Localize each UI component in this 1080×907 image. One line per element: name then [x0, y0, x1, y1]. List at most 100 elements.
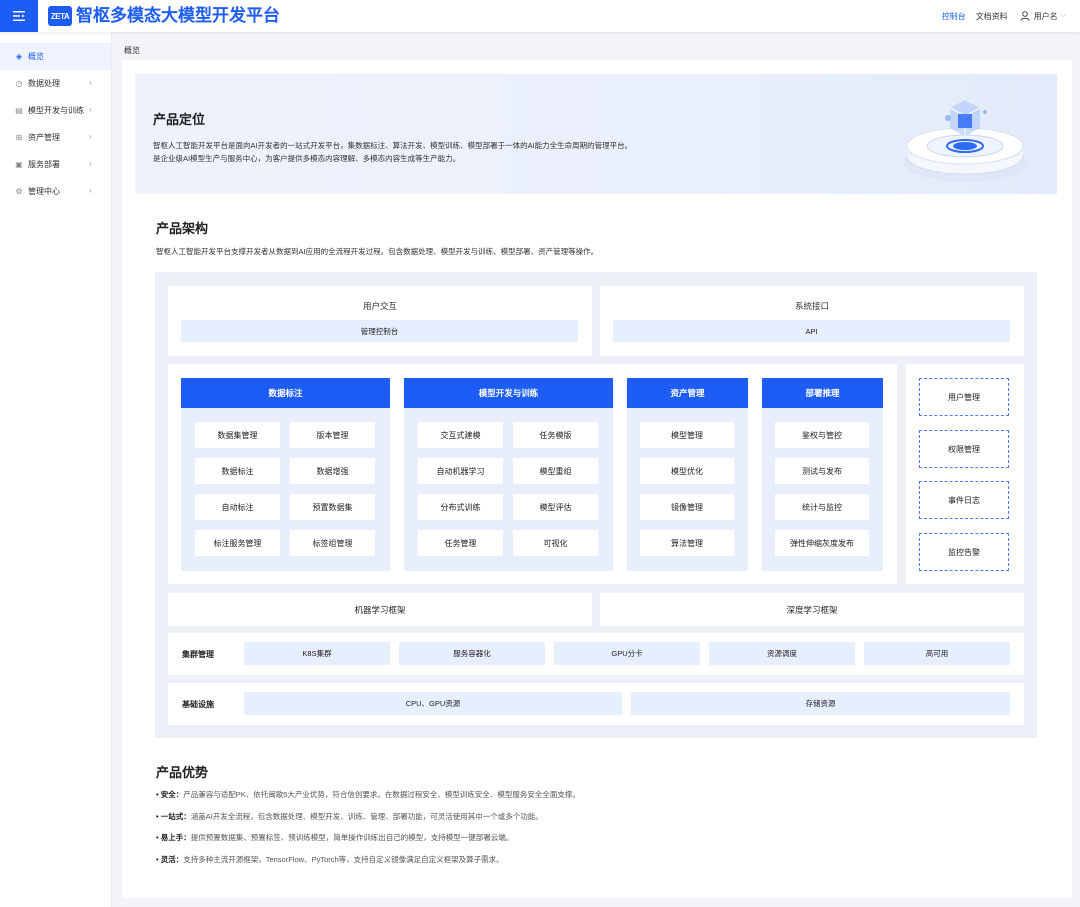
chevron-right-icon: ›	[89, 159, 92, 168]
breadcrumb: 概览	[124, 46, 140, 55]
hamburger-icon	[13, 11, 25, 21]
main-content: 产品定位 智枢人工智能开发平台是面向AI开发者的一站式开发平台，集数据标注、算法…	[122, 60, 1072, 898]
function-cell: 模型优化	[640, 458, 734, 484]
chevron-right-icon: ›	[89, 105, 92, 114]
column-header-deployment: 部署推理	[762, 378, 883, 408]
username: 用户名	[1033, 11, 1058, 21]
advantages-title: 产品优势	[156, 765, 209, 780]
sidebar-item-label: 概览	[28, 52, 44, 61]
function-cell: 版本管理	[290, 422, 375, 448]
infra-item: 存储资源	[631, 692, 1010, 715]
header-links: 控制台 文档资料 用户名 ⌵	[932, 0, 1066, 32]
layers-icon: ◈	[15, 52, 23, 61]
architecture-diagram: 用户交互 管理控制台 系统接口 API 数据标注 数据集管理 版本管理 数据标注…	[155, 272, 1037, 738]
sidebar-item-admin[interactable]: ⚙ 管理中心 ›	[0, 178, 111, 205]
model-icon: ▤	[15, 106, 23, 115]
management-item: 监控告警	[919, 533, 1009, 571]
sidebar-item-model-dev[interactable]: ▤ 模型开发与训练 ›	[0, 97, 111, 124]
positioning-desc: 智枢人工智能开发平台是面向AI开发者的一站式开发平台，集数据标注、算法开发、模型…	[153, 139, 753, 165]
cluster-item: 资源调度	[709, 642, 855, 665]
positioning-title: 产品定位	[153, 112, 206, 127]
function-cell: 交互式建模	[418, 422, 503, 448]
advantage-label: • 安全：	[156, 790, 184, 799]
function-cell: 标签组管理	[290, 530, 375, 556]
function-cell: 任务管理	[418, 530, 503, 556]
user-interaction-title: 用户交互	[362, 301, 397, 311]
user-interaction-box: 用户交互 管理控制台	[168, 286, 592, 356]
sidebar-item-label: 模型开发与训练	[28, 106, 84, 115]
advantage-item: • 灵活：支持多种主流开源框架，TensorFlow、PyTorch等，支持自定…	[156, 854, 504, 865]
infra-item: CPU、GPU资源	[244, 692, 622, 715]
sidebar-item-deployment[interactable]: ▣ 服务部署 ›	[0, 151, 111, 178]
sidebar-item-label: 管理中心	[28, 187, 60, 196]
column-header-assets: 资产管理	[627, 378, 748, 408]
management-item: 用户管理	[919, 378, 1009, 416]
function-cell: 统计与监控	[775, 494, 869, 520]
app-title: 智枢多模态大模型开发平台	[76, 6, 280, 25]
advantage-item: • 安全：产品兼容与适配PK、依托闽歌5大产业优势，符合信创要求。在数据过程安全…	[156, 789, 580, 800]
sidebar-item-overview[interactable]: ◈ 概览	[0, 43, 111, 70]
function-cell: 模型重组	[513, 458, 598, 484]
advantage-label: • 易上手：	[156, 833, 191, 842]
function-cell: 数据集管理	[195, 422, 280, 448]
user-icon	[1020, 11, 1030, 21]
positioning-line: 是企业级AI模型生产与服务中心，为客户提供多模态内容理解、多模态内容生成等生产能…	[153, 154, 461, 163]
management-box: 用户管理 权限管理 事件日志 监控告警	[906, 364, 1024, 584]
sidebar-item-data-processing[interactable]: ◷ 数据处理 ›	[0, 70, 111, 97]
system-interface-box: 系统接口 API	[600, 286, 1024, 356]
function-cell: 鉴权与管控	[775, 422, 869, 448]
function-cell: 任务模版	[513, 422, 598, 448]
top-bar: ZETA 智枢多模态大模型开发平台 控制台 文档资料 用户名 ⌵	[0, 0, 1080, 32]
ml-framework-box: 机器学习框架	[168, 593, 592, 626]
advantage-label: • 一站式：	[156, 812, 191, 821]
sidebar-item-label: 数据处理	[28, 79, 60, 88]
management-item: 权限管理	[919, 430, 1009, 468]
infra-label: 基础设施	[182, 700, 214, 709]
function-cell: 模型评估	[513, 494, 598, 520]
cluster-label: 集群管理	[182, 650, 214, 659]
architecture-desc: 智枢人工智能开发平台支撑开发者从数据到AI应用的全流程开发过程。包含数据处理、模…	[156, 247, 599, 256]
advantage-text: 提供预置数据集、预置标签、预训练模型，简单操作训练出自己的模型，支持模型一键部署…	[190, 833, 514, 842]
chevron-right-icon: ›	[89, 132, 92, 141]
docs-link[interactable]: 文档资料	[976, 11, 1008, 22]
chevron-right-icon: ›	[89, 186, 92, 195]
column-header-model-dev: 模型开发与训练	[404, 378, 613, 408]
column-header-data-annotation: 数据标注	[181, 378, 390, 408]
cluster-item: K8S集群	[244, 642, 390, 665]
sidebar-item-label: 服务部署	[28, 160, 60, 169]
functions-box: 数据标注 数据集管理 版本管理 数据标注 数据增强 自动标注 预置数据集 标注服…	[168, 364, 897, 584]
advantage-text: 涵盖AI开发全流程，包含数据处理、模型开发、训练、管理、部署功能，可灵活使用其中…	[190, 812, 543, 821]
sidebar-item-assets[interactable]: ⊞ 资产管理 ›	[0, 124, 111, 151]
sidebar: ◈ 概览 ◷ 数据处理 › ▤ 模型开发与训练 › ⊞ 资产管理 › ▣ 服务部…	[0, 32, 112, 907]
sidebar-item-label: 资产管理	[28, 133, 60, 142]
positioning-line: 智枢人工智能开发平台是面向AI开发者的一站式开发平台，集数据标注、算法开发、模型…	[153, 141, 633, 150]
function-cell: 镜像管理	[640, 494, 734, 520]
function-cell: 自动机器学习	[418, 458, 503, 484]
function-cell: 自动标注	[195, 494, 280, 520]
console-link[interactable]: 控制台	[942, 11, 966, 22]
infrastructure-row: 基础设施 CPU、GPU资源 存储资源	[168, 683, 1024, 725]
management-console-item: 管理控制台	[181, 320, 578, 342]
management-item: 事件日志	[919, 481, 1009, 519]
function-cell: 标注服务管理	[195, 530, 280, 556]
function-cell: 数据增强	[290, 458, 375, 484]
app-logo: ZETA	[48, 6, 72, 26]
gear-icon: ⚙	[15, 187, 23, 196]
cluster-item: 服务容器化	[399, 642, 545, 665]
function-cell: 可视化	[513, 530, 598, 556]
function-cell: 弹性伸缩灰度发布	[775, 530, 869, 556]
cluster-management-row: 集群管理 K8S集群 服务容器化 GPU分卡 资源调度 高可用	[168, 633, 1024, 675]
user-menu[interactable]: 用户名 ⌵	[1020, 11, 1066, 22]
platform-illustration	[903, 100, 1027, 182]
chevron-right-icon: ›	[89, 78, 92, 87]
advantage-text: 产品兼容与适配PK、依托闽歌5大产业优势，符合信创要求。在数据过程安全、模型训练…	[183, 790, 580, 799]
chevron-down-icon: ⌵	[1060, 12, 1066, 19]
menu-toggle-button[interactable]	[0, 0, 38, 32]
advantage-text: 支持多种主流开源框架，TensorFlow、PyTorch等，支持自定义镜像满足…	[183, 855, 504, 864]
server-icon: ▣	[15, 160, 23, 169]
function-cell: 模型管理	[640, 422, 734, 448]
function-cell: 预置数据集	[290, 494, 375, 520]
system-interface-title: 系统接口	[794, 301, 829, 311]
grid-icon: ⊞	[15, 133, 23, 142]
function-cell: 数据标注	[195, 458, 280, 484]
